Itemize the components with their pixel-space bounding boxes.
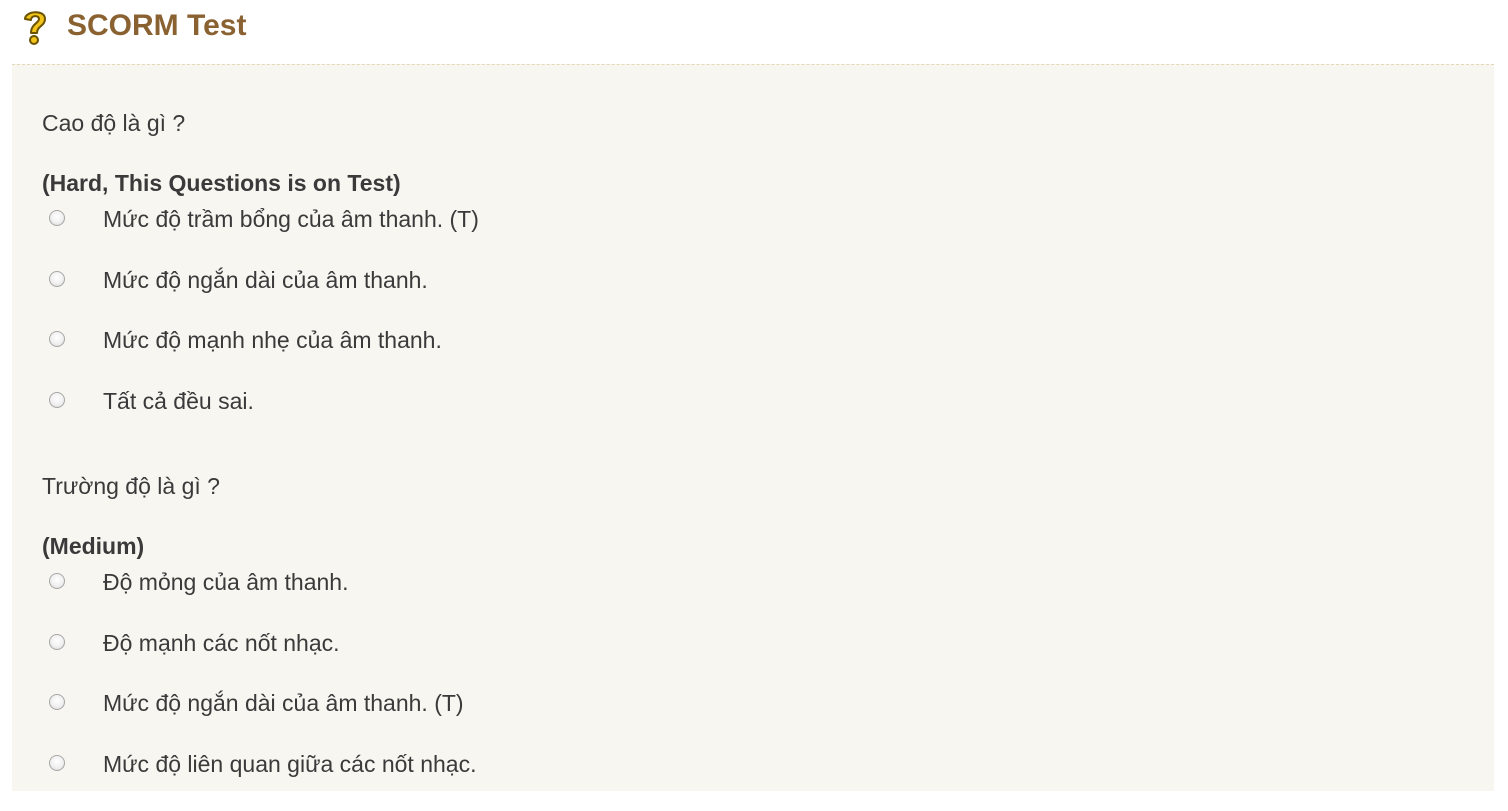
answer-label: Mức độ mạnh nhẹ của âm thanh. xyxy=(103,327,442,354)
answer-label: Mức độ trầm bổng của âm thanh. (T) xyxy=(103,206,479,232)
answer-radio[interactable] xyxy=(49,331,65,348)
page-header: SCORM Test xyxy=(0,0,1508,64)
answer-radio[interactable] xyxy=(49,633,65,650)
answer-label: Mức độ ngắn dài của âm thanh. xyxy=(103,266,428,293)
answer-label: Độ mạnh các nốt nhạc. xyxy=(103,629,340,656)
answer-option[interactable]: Mức độ ngắn dài của âm thanh. xyxy=(42,266,1442,327)
answer-option[interactable]: Mức độ trầm bổng của âm thanh. (T) xyxy=(42,205,1442,266)
answer-radio[interactable] xyxy=(49,210,65,226)
answer-radio[interactable] xyxy=(49,392,65,409)
page-title: SCORM Test xyxy=(67,9,247,42)
quiz-panel: Cao độ là gì ? (Hard, This Questions is … xyxy=(12,64,1494,791)
answer-radio[interactable] xyxy=(49,270,65,287)
answer-radio[interactable] xyxy=(49,694,65,711)
answer-option[interactable]: Mức độ mạnh nhẹ của âm thanh. xyxy=(42,326,1442,387)
answer-list: Mức độ trầm bổng của âm thanh. (T) Mức đ… xyxy=(42,205,1442,448)
question-mark-icon xyxy=(24,11,46,45)
question-text: Trường độ là gì ? xyxy=(42,473,220,499)
answer-option[interactable]: Độ mỏng của âm thanh. xyxy=(42,568,1442,629)
question-text: Cao độ là gì ? xyxy=(42,110,186,136)
answer-label: Mức độ ngắn dài của âm thanh. (T) xyxy=(103,690,464,717)
answer-label: Tất cả đều sai. xyxy=(103,388,254,415)
answer-radio[interactable] xyxy=(49,755,65,772)
answer-label: Độ mỏng của âm thanh. xyxy=(103,569,349,595)
answer-option[interactable]: Độ mạnh các nốt nhạc. xyxy=(42,629,1442,690)
question-block-2: Trường độ là gì ? (Medium) Độ mỏng của â… xyxy=(42,472,1442,811)
answer-option[interactable]: Mức độ ngắn dài của âm thanh. (T) xyxy=(42,689,1442,750)
question-difficulty: (Hard, This Questions is on Test) xyxy=(42,170,401,196)
question-difficulty: (Medium) xyxy=(42,533,145,559)
answer-list: Độ mỏng của âm thanh. Độ mạnh các nốt nh… xyxy=(42,568,1442,811)
answer-option[interactable]: Mức độ liên quan giữa các nốt nhạc. xyxy=(42,750,1442,811)
question-block-1: Cao độ là gì ? (Hard, This Questions is … xyxy=(42,109,1442,448)
answer-option[interactable]: Tất cả đều sai. xyxy=(42,387,1442,448)
answer-label: Mức độ liên quan giữa các nốt nhạc. xyxy=(103,751,477,778)
answer-radio[interactable] xyxy=(49,573,65,589)
